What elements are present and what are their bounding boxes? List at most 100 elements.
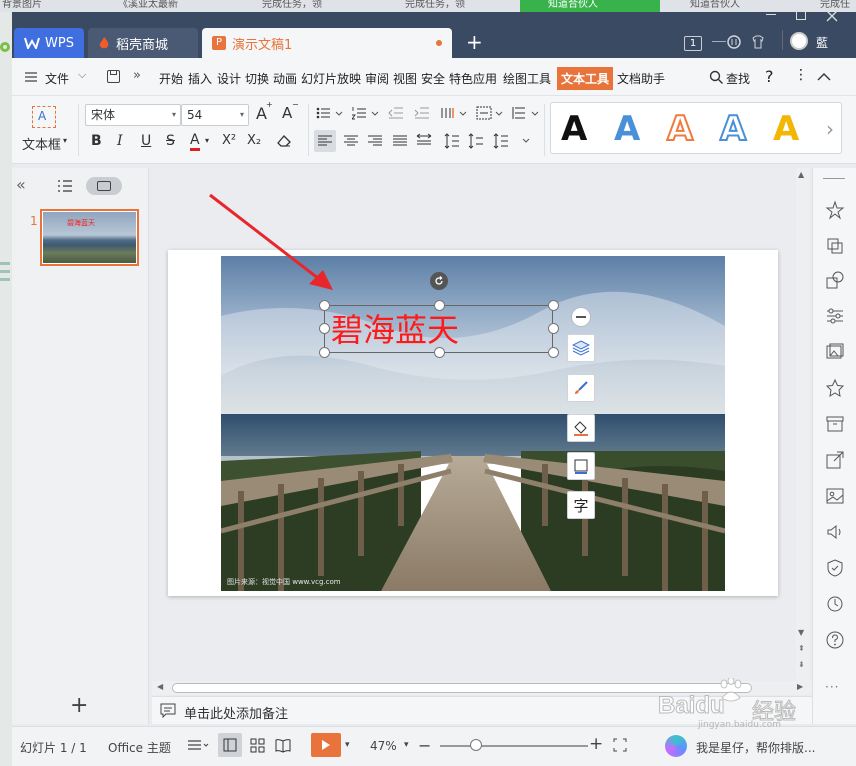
fill-icon[interactable]: [567, 414, 595, 442]
menu-item[interactable]: 插入: [188, 70, 212, 87]
chevron-down-icon[interactable]: ⌵: [78, 68, 86, 82]
close-button[interactable]: [826, 10, 838, 22]
scroll-left-icon[interactable]: ◀: [157, 682, 163, 691]
decrease-indent-icon[interactable]: [388, 106, 404, 120]
browser-tab[interactable]: 完成任务，领: [262, 0, 322, 12]
zoom-out-button[interactable]: −: [418, 736, 431, 755]
avatar[interactable]: [790, 32, 808, 50]
save-icon[interactable]: [106, 69, 121, 84]
more-options-icon[interactable]: ⋮: [794, 67, 808, 83]
art-style-black[interactable]: A: [561, 109, 587, 149]
superscript-button[interactable]: X²: [222, 133, 236, 148]
help-icon[interactable]: ?: [765, 67, 774, 86]
copy-shapes-icon[interactable]: [825, 236, 845, 256]
menu-item[interactable]: 设计: [217, 70, 241, 87]
eraser-icon[interactable]: [276, 134, 292, 148]
resize-handle[interactable]: [434, 300, 445, 311]
menu-item[interactable]: 文档助手: [617, 70, 665, 87]
numbered-list-icon[interactable]: [352, 106, 380, 120]
resize-handle[interactable]: [319, 300, 330, 311]
search-icon[interactable]: [709, 70, 724, 85]
grid-view-icon[interactable]: [250, 738, 265, 753]
maximize-button[interactable]: [796, 10, 806, 20]
layers-icon[interactable]: [567, 334, 595, 362]
menu-item[interactable]: 动画: [273, 70, 297, 87]
play-slideshow-button[interactable]: [311, 733, 341, 757]
title-textbox[interactable]: 碧海蓝天: [324, 305, 553, 353]
browser-tab[interactable]: 背景图片: [2, 0, 42, 12]
more-icon[interactable]: ···: [825, 680, 839, 694]
user-name[interactable]: 藍: [816, 34, 828, 51]
scroll-up-icon[interactable]: ▲: [798, 170, 804, 179]
collapse-ribbon-icon[interactable]: [817, 72, 831, 81]
more-tabs-icon[interactable]: »: [133, 68, 141, 83]
zoom-level[interactable]: 47%: [370, 739, 397, 753]
align-center-icon[interactable]: [344, 135, 358, 147]
increase-indent-icon[interactable]: [414, 106, 430, 120]
menu-item[interactable]: 绘图工具: [503, 70, 551, 87]
window-count-badge[interactable]: 1: [684, 36, 702, 51]
distribute-icon[interactable]: [416, 133, 432, 147]
menu-item[interactable]: 安全: [421, 70, 445, 87]
magic-star-icon[interactable]: [825, 200, 845, 220]
scroll-down-icon[interactable]: ▼: [798, 628, 804, 637]
search-button[interactable]: 查找: [726, 70, 750, 87]
next-slide-icon[interactable]: ⇟: [798, 660, 805, 669]
vertical-scrollbar[interactable]: ▲ ▼ ⇞ ⇟: [796, 168, 810, 681]
align-text-icon[interactable]: [476, 106, 504, 120]
art-style-orange-outline[interactable]: A: [666, 108, 694, 150]
slide-thumbnail[interactable]: 碧海蓝天: [40, 209, 139, 266]
new-tab-button[interactable]: +: [466, 30, 483, 54]
font-color-button[interactable]: A: [190, 132, 200, 151]
spacing-options-icon[interactable]: [493, 133, 533, 149]
tab-wps[interactable]: WPS: [14, 28, 84, 58]
art-style-blue-outline[interactable]: A: [719, 108, 747, 150]
shapes-icon[interactable]: [825, 270, 845, 290]
fit-window-icon[interactable]: [613, 738, 627, 752]
audio-icon[interactable]: [825, 522, 845, 542]
subscript-button[interactable]: X₂: [247, 133, 261, 148]
bold-button[interactable]: B: [91, 133, 102, 149]
resize-handle[interactable]: [548, 323, 559, 334]
notes-placeholder[interactable]: 单击此处添加备注: [184, 703, 288, 722]
underline-button[interactable]: U: [141, 133, 151, 149]
chevron-down-icon[interactable]: ▾: [345, 740, 350, 750]
gallery-scroll-icon[interactable]: ›: [826, 117, 836, 139]
align-left-button[interactable]: [314, 130, 336, 152]
rotate-handle[interactable]: [430, 272, 448, 290]
resize-handle[interactable]: [548, 300, 559, 311]
shrink-font-button[interactable]: A: [282, 104, 292, 122]
text-icon[interactable]: 字: [567, 491, 595, 519]
italic-button[interactable]: I: [117, 133, 123, 149]
menu-item[interactable]: 审阅: [365, 70, 389, 87]
chevron-down-icon[interactable]: ▾: [404, 740, 409, 750]
zoom-in-button[interactable]: +: [589, 734, 603, 754]
art-style-gold[interactable]: A: [773, 109, 799, 149]
favorite-star-icon[interactable]: [825, 378, 845, 398]
reading-view-icon[interactable]: [275, 738, 291, 753]
border-icon[interactable]: [567, 452, 595, 480]
menu-item[interactable]: 视图: [393, 70, 417, 87]
font-size-select[interactable]: 54 ▾: [181, 104, 249, 126]
scroll-right-icon[interactable]: ▶: [797, 682, 803, 691]
prev-slide-icon[interactable]: ⇞: [798, 644, 805, 653]
zoom-slider[interactable]: [440, 745, 588, 747]
minimize-layout-icon[interactable]: [712, 41, 726, 42]
archive-box-icon[interactable]: [825, 414, 845, 434]
menu-item[interactable]: 开始: [159, 70, 183, 87]
assistant-message[interactable]: 我是星仔，帮你排版...: [696, 739, 815, 756]
align-right-icon[interactable]: [368, 135, 382, 147]
smartart-convert-icon[interactable]: [512, 106, 540, 120]
normal-view-button[interactable]: [218, 733, 242, 757]
notes-toggle-icon[interactable]: [187, 739, 209, 753]
shirt-skin-icon[interactable]: [750, 34, 766, 50]
resize-handle[interactable]: [548, 347, 559, 358]
menu-file[interactable]: 文件: [45, 70, 69, 87]
scrollbar-thumb[interactable]: [172, 683, 752, 693]
history-clock-icon[interactable]: [825, 594, 845, 614]
resize-handle[interactable]: [319, 347, 330, 358]
horizontal-scrollbar[interactable]: ◀ ▶: [152, 681, 812, 695]
chevron-down-icon[interactable]: ▾: [63, 136, 67, 145]
theme-name[interactable]: Office 主题: [108, 739, 171, 756]
browser-tab[interactable]: 《溪亚太最新: [118, 0, 178, 12]
